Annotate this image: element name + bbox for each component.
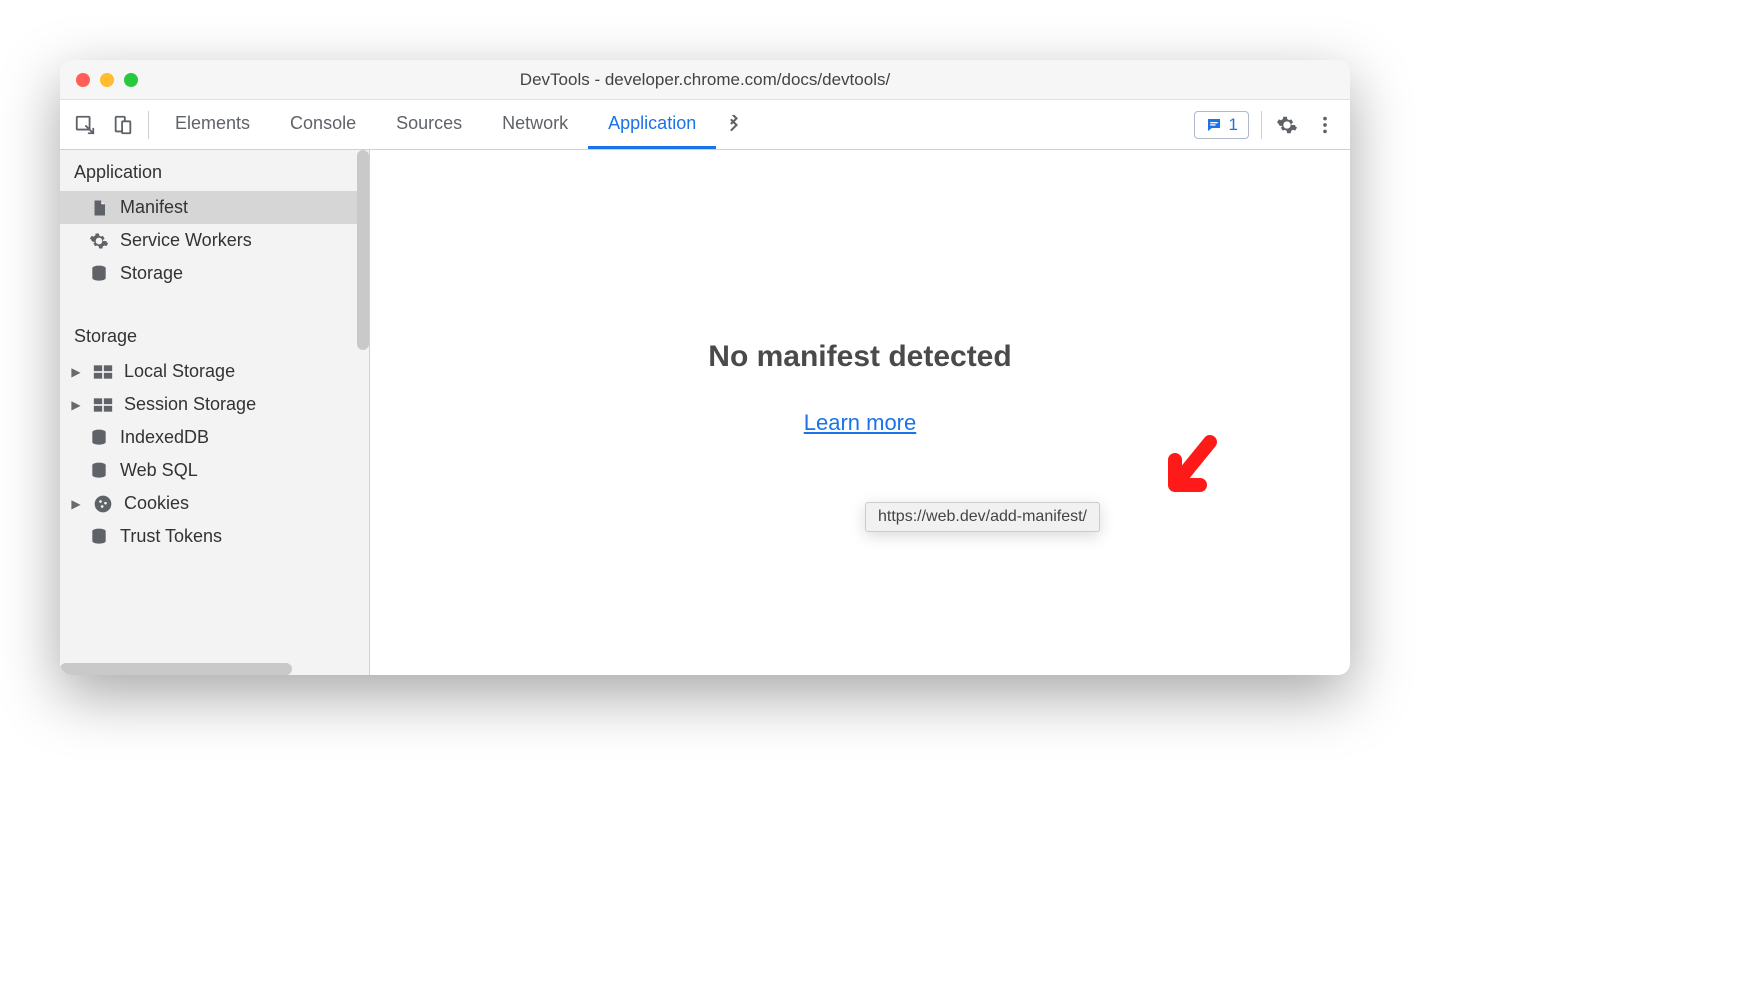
- close-window-button[interactable]: [76, 73, 90, 87]
- chat-icon: [1205, 116, 1223, 134]
- sidebar-scrollbar-horizontal[interactable]: [60, 663, 292, 675]
- minimize-window-button[interactable]: [100, 73, 114, 87]
- sidebar-item-indexeddb[interactable]: IndexedDB: [60, 421, 369, 454]
- devtools-toolbar: Elements Console Sources Network Applica…: [60, 100, 1350, 150]
- empty-state-heading: No manifest detected: [708, 340, 1011, 374]
- sidebar-item-cookies[interactable]: ▶ Cookies: [60, 487, 369, 520]
- tab-elements[interactable]: Elements: [155, 100, 270, 149]
- application-sidebar: Application Manifest Service Workers Sto…: [60, 150, 370, 675]
- devtools-window: DevTools - developer.chrome.com/docs/dev…: [60, 60, 1350, 675]
- maximize-window-button[interactable]: [124, 73, 138, 87]
- grid-icon: [92, 364, 114, 380]
- tab-application[interactable]: Application: [588, 100, 716, 149]
- panel-content: Application Manifest Service Workers Sto…: [60, 150, 1350, 675]
- window-controls: [76, 73, 138, 87]
- panel-tabs: Elements Console Sources Network Applica…: [155, 100, 1194, 149]
- more-tabs-button[interactable]: [716, 100, 752, 149]
- more-options-button[interactable]: [1306, 106, 1344, 144]
- expand-icon[interactable]: ▶: [70, 365, 82, 379]
- issues-count: 1: [1229, 115, 1238, 135]
- gear-icon: [88, 231, 110, 251]
- cookie-icon: [92, 494, 114, 514]
- database-icon: [88, 428, 110, 448]
- sidebar-item-storage[interactable]: Storage: [60, 257, 369, 290]
- sidebar-item-label: Service Workers: [120, 230, 252, 251]
- sidebar-item-web-sql[interactable]: Web SQL: [60, 454, 369, 487]
- device-toolbar-button[interactable]: [104, 106, 142, 144]
- toolbar-divider: [148, 111, 149, 139]
- database-icon: [88, 461, 110, 481]
- issues-button[interactable]: 1: [1194, 111, 1249, 139]
- tab-network[interactable]: Network: [482, 100, 588, 149]
- sidebar-item-service-workers[interactable]: Service Workers: [60, 224, 369, 257]
- database-icon: [88, 264, 110, 284]
- sidebar-item-label: Local Storage: [124, 361, 235, 382]
- sidebar-section-header: Storage: [60, 314, 369, 355]
- sidebar-item-label: Session Storage: [124, 394, 256, 415]
- sidebar-item-label: Trust Tokens: [120, 526, 222, 547]
- sidebar-section-header: Application: [60, 150, 369, 191]
- expand-icon[interactable]: ▶: [70, 398, 82, 412]
- document-icon: [88, 198, 110, 218]
- sidebar-item-trust-tokens[interactable]: Trust Tokens: [60, 520, 369, 553]
- window-title: DevTools - developer.chrome.com/docs/dev…: [60, 70, 1350, 90]
- link-tooltip: https://web.dev/add-manifest/: [865, 502, 1100, 532]
- annotation-arrow-icon: [1155, 430, 1225, 510]
- manifest-panel: No manifest detected Learn more https://…: [370, 150, 1350, 675]
- toolbar-divider: [1261, 111, 1262, 139]
- sidebar-item-label: Cookies: [124, 493, 189, 514]
- sidebar-item-label: IndexedDB: [120, 427, 209, 448]
- tab-console[interactable]: Console: [270, 100, 376, 149]
- sidebar-item-session-storage[interactable]: ▶ Session Storage: [60, 388, 369, 421]
- learn-more-link[interactable]: Learn more: [804, 410, 917, 436]
- sidebar-item-local-storage[interactable]: ▶ Local Storage: [60, 355, 369, 388]
- sidebar-item-label: Storage: [120, 263, 183, 284]
- tab-sources[interactable]: Sources: [376, 100, 482, 149]
- settings-button[interactable]: [1268, 106, 1306, 144]
- window-titlebar: DevTools - developer.chrome.com/docs/dev…: [60, 60, 1350, 100]
- sidebar-item-label: Manifest: [120, 197, 188, 218]
- sidebar-scrollbar-vertical[interactable]: [357, 150, 369, 350]
- inspect-element-button[interactable]: [66, 106, 104, 144]
- sidebar-item-manifest[interactable]: Manifest: [60, 191, 369, 224]
- grid-icon: [92, 397, 114, 413]
- expand-icon[interactable]: ▶: [70, 497, 82, 511]
- sidebar-item-label: Web SQL: [120, 460, 198, 481]
- database-icon: [88, 527, 110, 547]
